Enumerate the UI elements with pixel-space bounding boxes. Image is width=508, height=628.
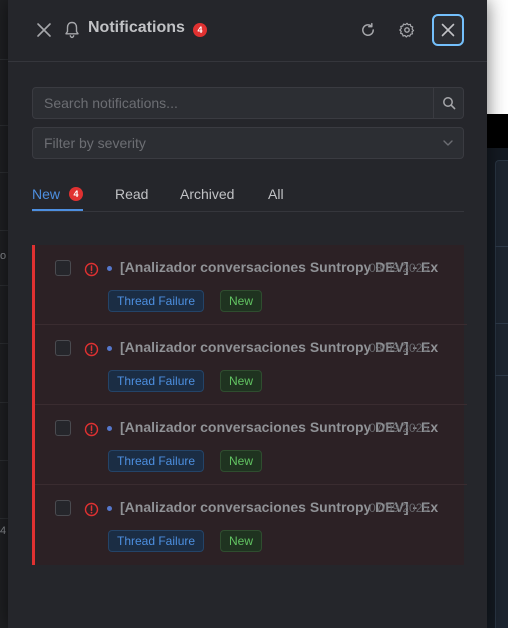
close-drawer-button[interactable] — [432, 14, 464, 46]
notification-status-tag: New — [220, 450, 263, 472]
close-icon[interactable] — [32, 18, 56, 42]
search-box — [32, 87, 464, 119]
background-divider — [0, 125, 8, 126]
notification-tabs: New 4 Read Archived All — [32, 174, 464, 212]
notification-status-tag: New — [220, 530, 263, 552]
close-icon — [441, 23, 455, 37]
notification-item[interactable]: [Analizador conversaciones Suntropy DEV]… — [32, 485, 464, 565]
drawer-header: Notifications 4 — [8, 0, 487, 62]
search-icon — [442, 97, 455, 110]
background-divider — [0, 285, 8, 286]
gear-icon[interactable] — [395, 18, 419, 42]
background-divider — [0, 172, 8, 173]
notification-checkbox[interactable] — [55, 260, 71, 276]
notification-status-tag: New — [220, 370, 263, 392]
unread-count-badge: 4 — [193, 23, 207, 37]
refresh-icon[interactable] — [356, 18, 380, 42]
notification-date: 08/09/2025 — [369, 261, 430, 275]
background-divider — [0, 402, 8, 403]
notification-type-tag: Thread Failure — [108, 530, 205, 552]
chevron-down-icon — [443, 140, 453, 146]
tab-new-count-badge: 4 — [69, 187, 83, 201]
notification-item[interactable]: [Analizador conversaciones Suntropy DEV]… — [32, 405, 467, 485]
search-button[interactable] — [433, 88, 463, 118]
tab-all[interactable]: All — [268, 186, 284, 202]
notifications-drawer: Notifications 4 Filter by severity New 4… — [8, 0, 487, 628]
notification-item[interactable]: [Analizador conversaciones Suntropy DEV]… — [32, 245, 467, 325]
active-tab-indicator — [32, 209, 83, 211]
alert-circle-icon — [84, 502, 99, 517]
background-divider — [0, 343, 8, 344]
notification-date: 08/09/2025 — [369, 341, 430, 355]
background-divider — [495, 246, 508, 247]
notification-type-tag: Thread Failure — [108, 450, 205, 472]
tab-archived[interactable]: Archived — [180, 186, 234, 202]
notification-checkbox[interactable] — [55, 420, 71, 436]
background-divider — [0, 230, 8, 231]
notification-status-tag: New — [220, 290, 263, 312]
background-divider — [0, 518, 8, 519]
background-divider — [0, 460, 8, 461]
alert-circle-icon — [84, 342, 99, 357]
drawer-title: Notifications — [88, 19, 185, 36]
unread-dot — [107, 506, 112, 511]
background-divider — [495, 375, 508, 376]
background-text: 4 — [0, 525, 7, 537]
search-input[interactable] — [33, 88, 433, 118]
unread-dot — [107, 346, 112, 351]
alert-circle-icon — [84, 262, 99, 277]
tab-new[interactable]: New — [32, 186, 60, 202]
tab-read[interactable]: Read — [115, 186, 148, 202]
background-divider — [0, 59, 8, 60]
severity-filter-placeholder: Filter by severity — [44, 135, 146, 151]
unread-dot — [107, 266, 112, 271]
alert-circle-icon — [84, 422, 99, 437]
background-app-region — [487, 114, 508, 148]
unread-dot — [107, 426, 112, 431]
notification-type-tag: Thread Failure — [108, 370, 205, 392]
notification-checkbox[interactable] — [55, 340, 71, 356]
notification-date: 07/09/2025 — [369, 421, 430, 435]
bell-icon — [64, 21, 80, 39]
severity-filter-select[interactable]: Filter by severity — [32, 127, 464, 159]
background-text: o — [0, 250, 7, 262]
notification-item[interactable]: [Analizador conversaciones Suntropy DEV]… — [32, 325, 467, 405]
notification-checkbox[interactable] — [55, 500, 71, 516]
background-divider — [495, 323, 508, 324]
notification-date: 07/09/2025 — [369, 501, 430, 515]
background-app-region — [487, 0, 508, 114]
background-app-card — [495, 160, 508, 628]
notification-type-tag: Thread Failure — [108, 290, 205, 312]
